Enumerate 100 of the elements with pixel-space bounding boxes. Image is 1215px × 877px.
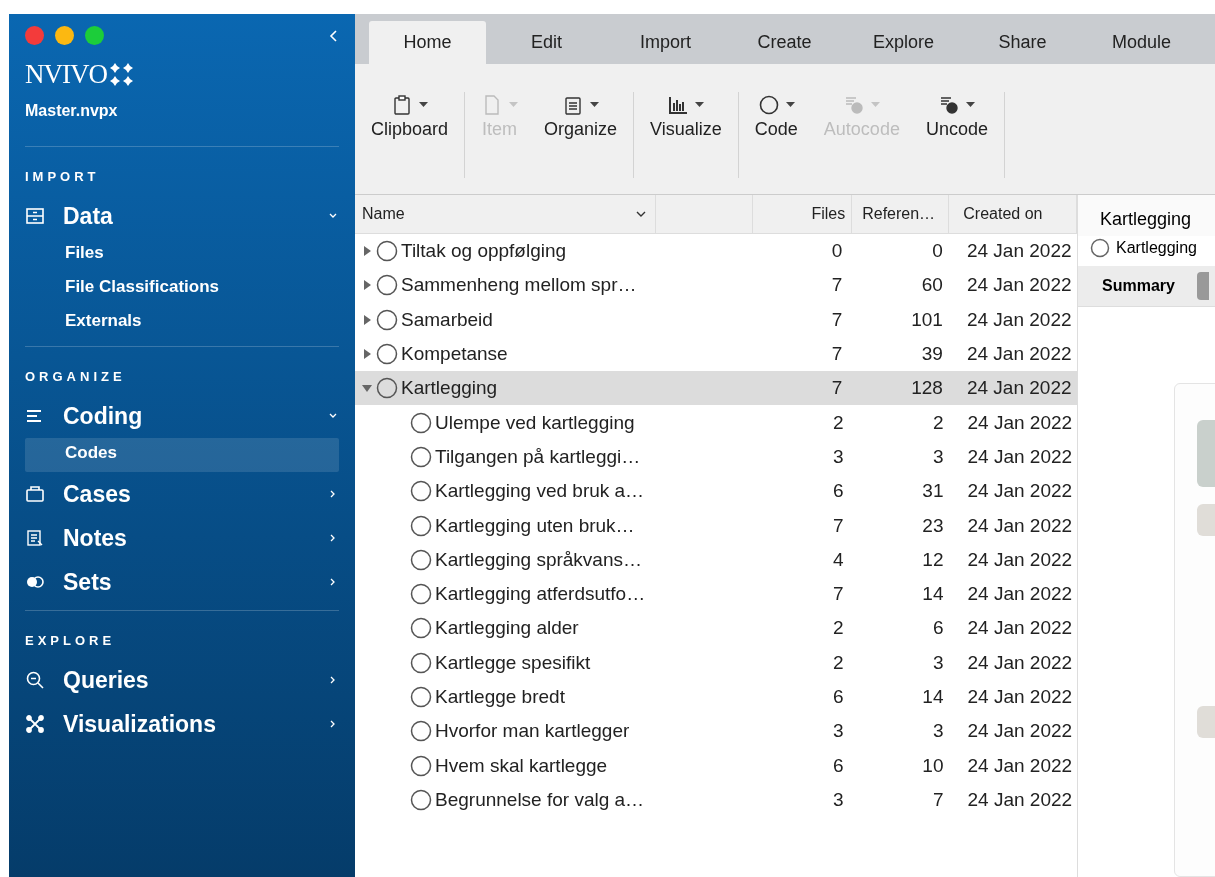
table-cell-text: 101 (910, 307, 944, 332)
code-circle-icon (1090, 238, 1110, 258)
nav-item[interactable]: Visualizations (25, 702, 339, 746)
table-cell-text: 2 (831, 650, 845, 675)
table-cell-text: 23 (921, 513, 945, 538)
table-cell-text: 7 (830, 307, 844, 332)
code-circle-icon (410, 480, 432, 503)
code-circle-icon (410, 651, 432, 674)
nav-item[interactable]: Coding (25, 394, 339, 438)
nav-item[interactable]: Cases (25, 472, 339, 516)
table-row[interactable]: Hvorfor man kartlegger 3 3 24 Jan 2022 (355, 714, 1077, 749)
table-cell-text: 0 (931, 239, 944, 264)
nav-subitem[interactable]: File Classifications (25, 272, 339, 306)
table-cell-text: 4 (831, 547, 845, 572)
code-circle-icon (410, 548, 432, 571)
disclosure-triangle-icon[interactable] (362, 246, 372, 257)
table-cell-text: 6 (931, 616, 945, 641)
toolbar-button[interactable]: Uncode (919, 92, 994, 152)
nav-item[interactable]: Sets (25, 560, 339, 604)
caret-icon (785, 102, 795, 108)
toolbar-button[interactable]: Organize (538, 92, 624, 152)
table-row[interactable]: Kartlegging uten bruk… 7 23 24 Jan 2022 (355, 508, 1077, 543)
project-name: Master.nvpx (25, 102, 119, 120)
table-cell-text: 24 Jan 2022 (966, 616, 1074, 641)
disclosure-triangle-icon[interactable] (362, 349, 372, 360)
toolbar-button[interactable]: Clipboard (365, 92, 455, 152)
minimize-button[interactable] (55, 26, 74, 45)
table-row[interactable]: Ulempe ved kartlegging 2 2 24 Jan 2022 (355, 405, 1077, 440)
section-heading: EXPLORE (25, 633, 117, 648)
table-cell-text: 14 (921, 582, 945, 607)
table-row[interactable]: Kartlegge bredt 6 14 24 Jan 2022 (355, 679, 1077, 715)
caret-icon (871, 102, 881, 108)
ribbon-tab[interactable]: Create (726, 21, 843, 64)
code-name: Kartlegge bredt (435, 686, 565, 708)
toolbar-button[interactable]: Code (748, 92, 804, 152)
table-row[interactable]: Kartlegge spesifikt 2 3 24 Jan 2022 (355, 645, 1077, 680)
ribbon-tab[interactable]: Share (964, 21, 1081, 64)
table-row[interactable]: Hvem skal kartlegge 6 10 24 Jan 2022 (355, 748, 1077, 783)
circle-icon (757, 94, 780, 116)
code-circle-icon (410, 788, 432, 811)
table-cell-text: 24 Jan 2022 (965, 239, 1073, 264)
table-row[interactable]: Tiltak og oppfølging 0 0 24 Jan 2022 (355, 234, 1077, 269)
column-header[interactable]: Files (752, 195, 853, 233)
table-cell-text: 24 Jan 2022 (966, 547, 1074, 572)
table-cell-text: 3 (931, 719, 945, 744)
table-row[interactable]: Sammenheng mellom spr… 7 60 24 Jan 2022 (355, 268, 1077, 303)
nav-subitem[interactable]: Externals (25, 306, 339, 340)
table-cell-text: 3 (831, 719, 845, 744)
table-cell-text: 128 (910, 376, 944, 401)
table-row[interactable]: Kartlegging alder 2 6 24 Jan 2022 (355, 611, 1077, 646)
section-heading: IMPORT (25, 169, 101, 184)
table-row[interactable]: Kartlegging ved bruk a… 6 31 24 Jan 2022 (355, 474, 1077, 509)
table-row[interactable]: Tilgangen på kartleggi… 3 3 24 Jan 2022 (355, 439, 1077, 475)
table-row[interactable]: Kartlegging språkvans… 4 12 24 Jan 2022 (355, 542, 1077, 577)
table-row[interactable]: Kartlegging atferdsutfo… 7 14 24 Jan 2022 (355, 576, 1077, 612)
document-tab[interactable]: Kartlegging (1078, 195, 1215, 236)
notes-icon (25, 528, 45, 548)
table-cell-text: 12 (921, 547, 945, 572)
ribbon-tab[interactable]: Import (607, 21, 724, 64)
code-name: Kartlegging (401, 377, 498, 400)
table-cell-text: 3 (831, 444, 845, 469)
ribbon-tab[interactable]: Explore (845, 21, 962, 64)
table-cell-text: 31 (921, 479, 945, 504)
table-cell-text: 3 (831, 787, 845, 812)
table-cell-text: 6 (831, 479, 845, 504)
table-row[interactable]: Samarbeid 7 101 24 Jan 2022 (355, 302, 1077, 337)
code-name: Kartlegging språkvans… (435, 548, 642, 571)
table-cell-text: 24 Jan 2022 (966, 787, 1074, 812)
table-row[interactable]: Begrunnelse for valg a… 3 7 24 Jan 2022 (355, 782, 1077, 818)
ribbon-tab[interactable]: Module (1083, 21, 1200, 64)
nav-item[interactable]: Data (25, 194, 339, 238)
code-name: Kartlegging atferdsutfo… (435, 583, 646, 606)
nav-subitem[interactable]: Codes (25, 438, 339, 472)
table-cell-text: 7 (831, 582, 845, 607)
code-circle-icon (410, 583, 432, 606)
caret-icon (695, 102, 705, 108)
code-name: Kartlegging alder (435, 617, 579, 640)
column-header[interactable]: Created on (949, 195, 1077, 233)
ribbon-tab[interactable]: Edit (488, 21, 605, 64)
toolbar-button[interactable]: Visualize (644, 92, 728, 152)
disclosure-triangle-icon[interactable] (362, 383, 372, 394)
disclosure-triangle-icon[interactable] (362, 280, 372, 291)
table-row[interactable]: Kompetanse 7 39 24 Jan 2022 (355, 336, 1077, 372)
nav-item[interactable]: Queries (25, 658, 339, 702)
zoom-button[interactable] (85, 26, 104, 45)
code-name: Ulempe ved kartlegging (435, 411, 635, 434)
table-cell-text: 24 Jan 2022 (966, 410, 1074, 435)
table-cell-text: 39 (920, 342, 944, 367)
table-row[interactable]: Kartlegging 7 128 24 Jan 2022 (355, 371, 1077, 406)
table-cell-text: 7 (830, 273, 844, 298)
disclosure-triangle-icon[interactable] (362, 314, 372, 325)
column-header[interactable]: Referen… (852, 195, 950, 233)
logo-icon (109, 61, 135, 88)
table-cell-text: 24 Jan 2022 (966, 685, 1074, 709)
nav-item[interactable]: Notes (25, 516, 339, 560)
logo-text: NVIVO (25, 59, 107, 90)
ribbon-tab[interactable]: Home (369, 21, 486, 64)
nav-subitem[interactable]: Files (25, 238, 339, 272)
chevron-left-icon[interactable] (329, 28, 339, 43)
column-header[interactable]: Name (355, 195, 657, 233)
